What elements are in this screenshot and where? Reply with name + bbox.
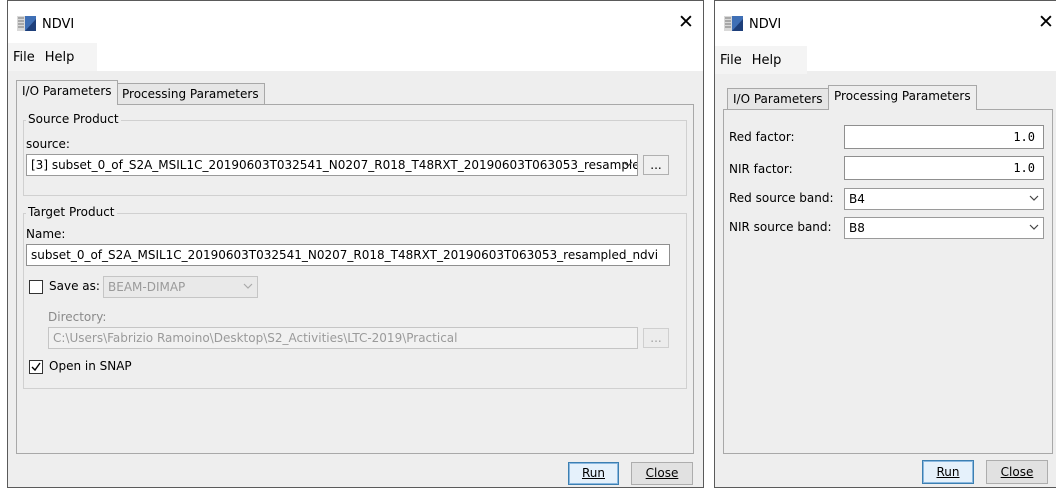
run-button-label: Run <box>581 466 605 480</box>
close-button[interactable]: Close <box>631 462 693 485</box>
menu-bar: File Help <box>715 43 1056 74</box>
tab-io-parameters[interactable]: I/O Parameters <box>727 88 829 110</box>
format-combo: BEAM-DIMAP <box>103 276 258 298</box>
tab-panel: Red factor: 1.0 NIR factor: 1.0 Red sour… <box>723 109 1053 454</box>
red-source-band-value: B4 <box>849 192 865 206</box>
nir-source-band-value: B8 <box>849 221 865 235</box>
source-product-group: Source Product source: [3] subset_0_of_S… <box>23 112 687 196</box>
menu-strip: File Help <box>715 46 807 74</box>
chevron-down-icon <box>623 161 633 167</box>
menu-bar: File Help <box>8 43 703 71</box>
ndvi-dialog-processing: NDVI ✕ File Help I/O Parameters Processi… <box>714 0 1056 488</box>
save-as-label[interactable]: Save as: <box>49 279 100 293</box>
source-product-value: [3] subset_0_of_S2A_MSIL1C_20190603T0325… <box>31 158 638 172</box>
source-product-combo[interactable]: [3] subset_0_of_S2A_MSIL1C_20190603T0325… <box>26 154 638 176</box>
tab-processing-parameters[interactable]: Processing Parameters <box>828 85 977 110</box>
directory-label: Directory: <box>48 310 107 324</box>
save-as-checkbox[interactable] <box>29 280 43 294</box>
ndvi-dialog-io: NDVI ✕ File Help I/O Parameters Processi… <box>7 0 704 488</box>
open-in-snap-label[interactable]: Open in SNAP <box>49 359 132 373</box>
run-button-label: Run <box>936 465 960 479</box>
window-title: NDVI <box>42 17 75 32</box>
directory-browse-button: ... <box>643 328 669 348</box>
chevron-down-icon <box>1029 195 1039 201</box>
close-button-label: Close <box>645 466 679 480</box>
name-label: Name: <box>26 227 66 241</box>
source-browse-button[interactable]: ... <box>643 155 669 175</box>
run-button[interactable]: Run <box>922 460 974 484</box>
chevron-down-icon <box>1029 224 1039 230</box>
tab-processing-parameters[interactable]: Processing Parameters <box>116 83 265 105</box>
nir-factor-label: NIR factor: <box>729 162 793 176</box>
source-label: source: <box>26 137 70 151</box>
title-bar: NDVI ✕ <box>8 1 703 43</box>
target-name-input[interactable]: subset_0_of_S2A_MSIL1C_20190603T032541_N… <box>26 244 670 266</box>
nir-source-band-label: NIR source band: <box>729 220 832 234</box>
menu-strip: File Help <box>8 43 97 71</box>
close-icon[interactable]: ✕ <box>1038 13 1054 32</box>
nir-source-band-combo[interactable]: B8 <box>844 217 1044 239</box>
red-factor-input[interactable]: 1.0 <box>844 125 1044 149</box>
chevron-down-icon <box>243 283 253 289</box>
window-title: NDVI <box>749 17 782 32</box>
title-bar: NDVI ✕ <box>715 1 1056 43</box>
nir-factor-input[interactable]: 1.0 <box>844 156 1044 180</box>
menu-file[interactable]: File <box>715 53 747 68</box>
run-button[interactable]: Run <box>568 462 619 485</box>
red-source-band-label: Red source band: <box>729 191 834 205</box>
menu-file[interactable]: File <box>8 50 40 65</box>
close-button[interactable]: Close <box>986 460 1048 484</box>
close-icon[interactable]: ✕ <box>678 13 694 32</box>
menu-help[interactable]: Help <box>40 50 80 65</box>
open-in-snap-checkbox[interactable] <box>29 360 43 374</box>
target-product-title: Target Product <box>26 205 117 219</box>
directory-input: C:\Users\Fabrizio Ramoino\Desktop\S2_Act… <box>48 327 638 349</box>
format-value: BEAM-DIMAP <box>108 280 186 294</box>
tab-panel: Source Product source: [3] subset_0_of_S… <box>16 104 694 454</box>
target-product-group: Target Product Name: subset_0_of_S2A_MSI… <box>23 205 687 389</box>
red-factor-label: Red factor: <box>729 130 795 144</box>
snap-app-icon <box>724 16 743 31</box>
checkmark-icon <box>31 362 41 372</box>
tab-io-parameters[interactable]: I/O Parameters <box>16 80 118 105</box>
menu-help[interactable]: Help <box>747 53 787 68</box>
snap-app-icon <box>17 16 36 31</box>
close-button-label: Close <box>1000 465 1034 479</box>
source-product-title: Source Product <box>26 112 121 126</box>
red-source-band-combo[interactable]: B4 <box>844 188 1044 210</box>
